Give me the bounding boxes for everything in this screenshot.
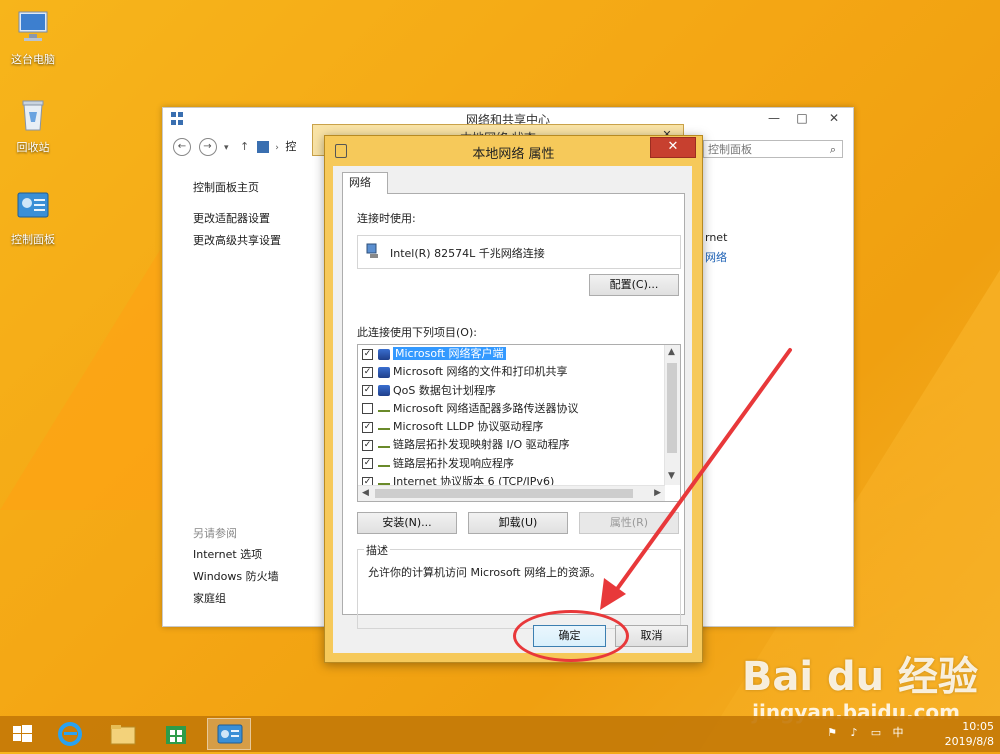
clock[interactable]: 10:05 2019/8/8 [914,719,994,749]
taskbar-control-panel[interactable] [207,718,251,750]
taskbar-store[interactable] [154,718,198,750]
store-icon [166,726,186,744]
taskbar-internet-explorer[interactable] [48,718,92,750]
speaker-icon[interactable]: ♪ [847,726,861,740]
taskbar-file-explorer[interactable] [101,718,145,750]
windows-logo-icon [13,725,32,742]
clock-date: 2019/8/8 [944,735,994,748]
start-button[interactable] [0,718,44,750]
action-center-icon[interactable]: ⚑ [825,726,839,740]
network-status-icon[interactable]: ▭ [869,726,883,740]
annotation-circle [513,610,629,662]
annotation-arrow [600,348,792,610]
internet-explorer-icon [58,722,82,746]
taskbar: ⚑ ♪ ▭ 中 10:05 2019/8/8 [0,716,1000,752]
folder-icon [110,725,136,745]
baidu-watermark-logo: Bai du 经验 [741,654,978,700]
tab-network[interactable]: 网络 [342,172,388,194]
control-panel-icon [217,724,243,744]
input-method-icon[interactable]: 中 [891,726,905,740]
clock-time: 10:05 [962,720,994,733]
